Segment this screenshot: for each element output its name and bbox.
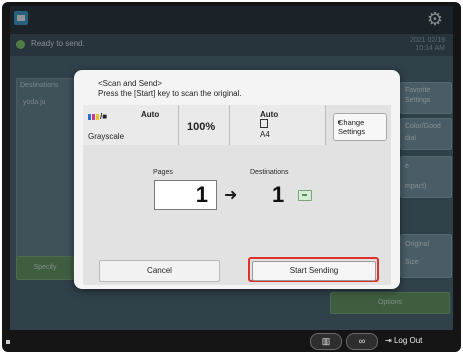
paper-cell: Auto A4 bbox=[230, 105, 326, 145]
dialog-heading: <Scan and Send> Press the [Start] key to… bbox=[98, 79, 242, 99]
destinations-count: 1 bbox=[272, 182, 285, 207]
destinations-label: Destinations bbox=[250, 169, 289, 176]
color-mode-label: Grayscale bbox=[88, 132, 125, 141]
chevron-right-icon: ▸ bbox=[338, 119, 342, 126]
pages-count: 1 bbox=[195, 182, 208, 207]
pages-counter: 1 bbox=[154, 180, 217, 210]
indicator-dot bbox=[6, 340, 10, 344]
zoom-value: 100% bbox=[187, 121, 216, 133]
color-mode-icon: /■ bbox=[88, 112, 107, 121]
auto-color-label: Auto bbox=[141, 110, 160, 119]
logout-label: Log Out bbox=[393, 336, 423, 345]
zoom-cell: 100% bbox=[179, 105, 230, 145]
auto-paper-label: Auto bbox=[260, 110, 279, 119]
bottom-bar: ▥ ∞ ⇥ Log Out bbox=[10, 330, 453, 352]
settings-summary-row: /■ Grayscale Auto 100% Auto A4 Change Set… bbox=[83, 105, 391, 145]
arrow-right-icon: ➜ bbox=[224, 187, 238, 204]
paper-icon bbox=[260, 119, 268, 128]
color-mode-cell: /■ Grayscale Auto bbox=[83, 105, 179, 145]
change-settings-button[interactable]: Change Settings ▸ bbox=[333, 113, 387, 141]
logout-icon: ⇥ bbox=[385, 336, 392, 345]
dialog-title: <Scan and Send> bbox=[98, 79, 163, 88]
paper-size-label: A4 bbox=[260, 130, 270, 139]
cancel-button[interactable]: Cancel bbox=[99, 260, 220, 282]
start-sending-button[interactable]: Start Sending bbox=[252, 261, 376, 281]
destination-icon bbox=[298, 190, 312, 201]
link-icon[interactable]: ∞ bbox=[346, 333, 378, 350]
counter-icon[interactable]: ▥ bbox=[310, 333, 342, 350]
pages-label: Pages bbox=[153, 169, 173, 176]
logout-button[interactable]: ⇥ Log Out bbox=[385, 333, 443, 348]
dialog-footer: Cancel Start Sending bbox=[74, 250, 400, 289]
dialog-instruction: Press the [Start] key to scan the origin… bbox=[98, 89, 242, 98]
